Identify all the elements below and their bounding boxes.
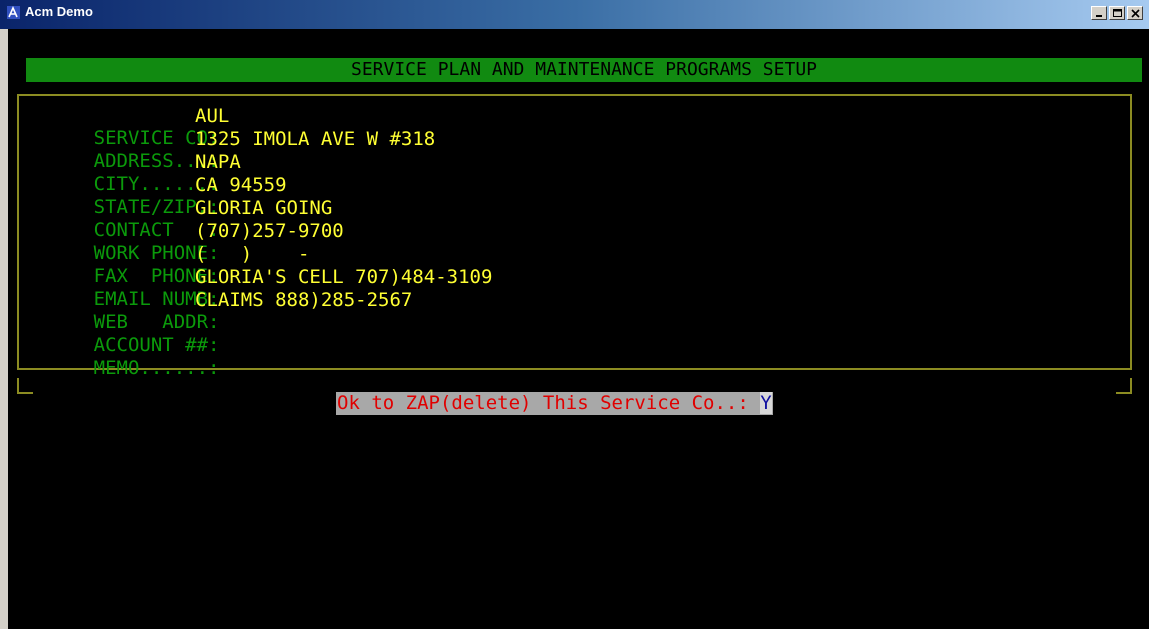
field-label: MEMO......: — [93, 357, 220, 379]
field-city: CITY......: NAPA — [25, 151, 241, 195]
field-value[interactable]: NAPA — [195, 151, 241, 173]
restore-button[interactable] — [1109, 6, 1125, 20]
close-button[interactable] — [1127, 6, 1143, 20]
title-bar[interactable]: Acm Demo — [0, 0, 1149, 29]
field-value[interactable]: (707)257-9700 — [195, 220, 344, 242]
field-value[interactable]: GLORIA GOING — [195, 197, 332, 219]
field-address: ADDRESS...: 1325 IMOLA AVE W #318 — [25, 128, 436, 172]
app-window: Acm Demo SERVICE PLAN AND MAINTENANCE PR… — [0, 0, 1149, 629]
field-web-addr: WEB ADDR: CLAIMS 888)285-2567 — [25, 289, 413, 333]
field-value[interactable]: 1325 IMOLA AVE W #318 — [195, 128, 435, 150]
field-memo: MEMO......: — [25, 335, 220, 379]
window-title: Acm Demo — [25, 4, 93, 19]
field-value[interactable]: CA 94559 — [195, 174, 287, 196]
field-account: ACCOUNT ##: — [25, 312, 220, 356]
close-icon — [1131, 9, 1140, 18]
field-work-phone: WORK PHONE: (707)257-9700 — [25, 220, 344, 264]
field-email: EMAIL NUMB: GLORIA'S CELL 707)484-3109 — [25, 266, 493, 310]
field-service-co: SERVICE CO: AUL — [25, 105, 230, 149]
minimize-button[interactable] — [1091, 6, 1107, 20]
field-value[interactable]: GLORIA'S CELL 707)484-3109 — [195, 266, 492, 288]
separator-left — [17, 392, 33, 394]
field-value[interactable]: ( ) - — [195, 243, 309, 265]
minimize-icon — [1096, 15, 1102, 17]
field-contact: CONTACT : GLORIA GOING — [25, 197, 333, 241]
acm-icon — [7, 6, 20, 19]
field-value[interactable]: AUL — [195, 105, 229, 127]
separator-right — [1116, 392, 1132, 394]
prompt-text: Ok to ZAP(delete) This Service Co..: — [337, 392, 761, 414]
restore-icon — [1113, 9, 1122, 17]
delete-confirm-prompt: Ok to ZAP(delete) This Service Co..: Y — [336, 392, 773, 415]
field-state-zip: STATE/ZIP.: CA 94559 — [25, 174, 287, 218]
field-fax-phone: FAX PHONE:( ) - — [25, 243, 310, 287]
screen-header: SERVICE PLAN AND MAINTENANCE PROGRAMS SE… — [26, 58, 1142, 82]
terminal-screen[interactable]: SERVICE PLAN AND MAINTENANCE PROGRAMS SE… — [8, 29, 1149, 629]
field-value[interactable]: CLAIMS 888)285-2567 — [195, 289, 412, 311]
prompt-answer-input[interactable]: Y — [760, 392, 772, 414]
